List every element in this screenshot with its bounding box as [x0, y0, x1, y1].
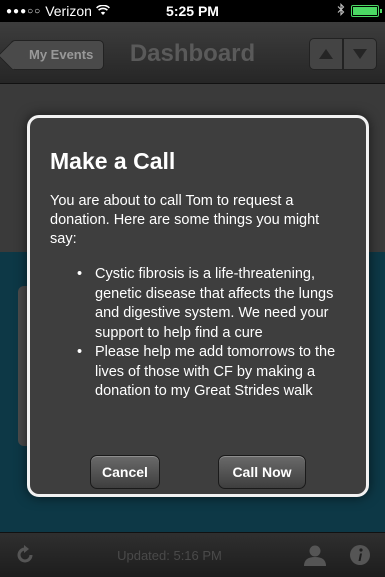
info-icon[interactable]: [349, 544, 371, 566]
previous-button[interactable]: [309, 38, 343, 70]
battery-icon: [351, 5, 382, 17]
person-icon[interactable]: [303, 544, 327, 566]
refresh-icon[interactable]: [14, 544, 36, 566]
screen: ●●●○○ Verizon 5:25 PM My Events Dashboar…: [0, 0, 385, 577]
signal-strength: ●●●○○: [6, 5, 42, 17]
suggestion-list: Cystic fibrosis is a life-threatening, g…: [77, 265, 346, 402]
status-left: ●●●○○ Verizon: [6, 3, 337, 19]
list-item: Please help me add tomorrows to the live…: [77, 343, 346, 402]
call-now-button[interactable]: Call Now: [218, 455, 306, 489]
carrier-name: Verizon: [45, 3, 92, 19]
wifi-icon: [95, 3, 110, 19]
status-right: [337, 3, 382, 19]
status-bar: ●●●○○ Verizon 5:25 PM: [0, 0, 385, 22]
dialog-body: You are about to call Tom to request a d…: [50, 193, 320, 247]
make-call-dialog: Make a Call You are about to call Tom to…: [27, 115, 369, 497]
prev-next-control: [309, 38, 377, 70]
nav-bar: My Events Dashboard: [0, 22, 385, 84]
dialog-title: Make a Call: [50, 148, 176, 174]
toolbar-right: [303, 544, 371, 566]
battery-level: [353, 7, 377, 15]
list-item: Cystic fibrosis is a life-threatening, g…: [77, 265, 346, 343]
dialog-buttons: Cancel Call Now: [30, 455, 366, 489]
next-button[interactable]: [343, 38, 377, 70]
last-updated-text: Updated: 5:16 PM: [117, 547, 222, 563]
arrow-up-icon: [319, 49, 333, 59]
cancel-button[interactable]: Cancel: [90, 455, 160, 489]
arrow-down-icon: [353, 49, 367, 59]
bluetooth-icon: [337, 3, 345, 19]
bottom-toolbar: Updated: 5:16 PM: [0, 532, 385, 577]
